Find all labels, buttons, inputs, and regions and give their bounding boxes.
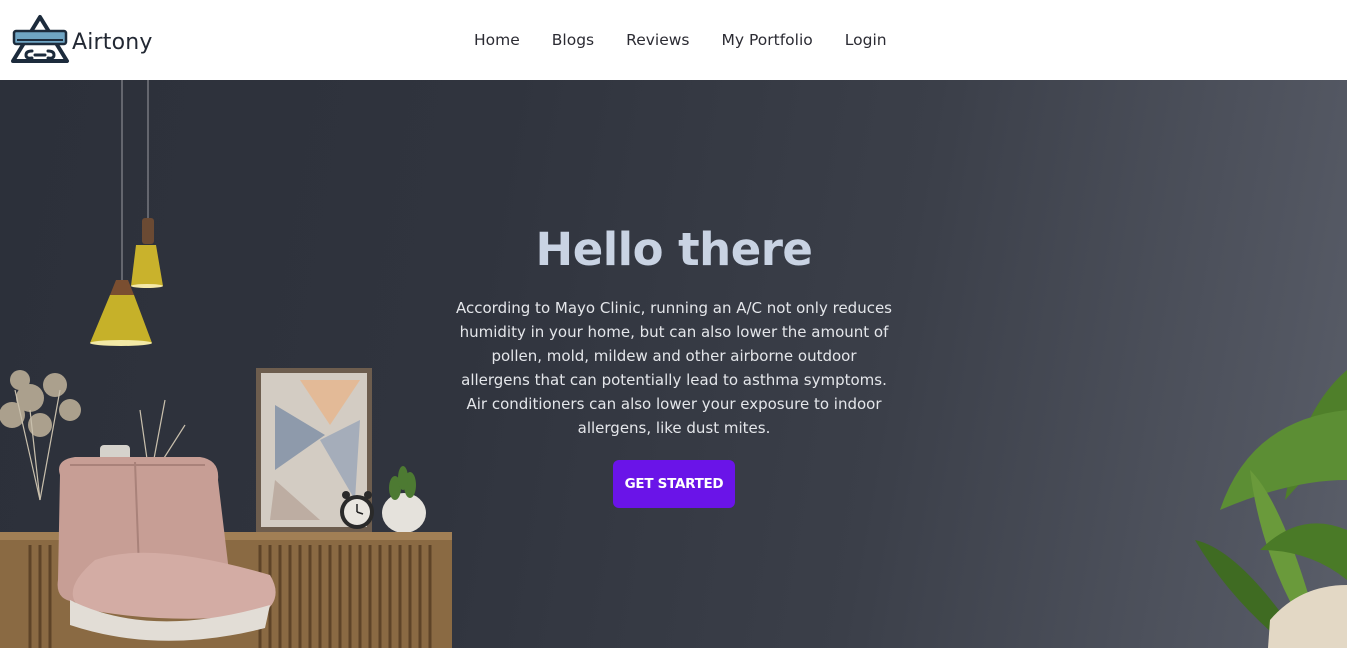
brand-name: Airtony — [72, 29, 153, 55]
nav-link-blogs[interactable]: Blogs — [536, 28, 610, 52]
navbar: Airtony Home Blogs Reviews My Portfolio … — [0, 0, 1347, 80]
nav-link-login[interactable]: Login — [829, 28, 903, 52]
hero-content: Hello there According to Mayo Clinic, ru… — [450, 220, 898, 508]
hero-section: Hello there According to Mayo Clinic, ru… — [0, 80, 1347, 648]
air-conditioner-logo-icon — [11, 15, 69, 63]
get-started-button[interactable]: GET STARTED — [613, 460, 735, 508]
hero-description: According to Mayo Clinic, running an A/C… — [456, 299, 892, 437]
hero-title: Hello there — [535, 223, 813, 276]
nav-link-reviews[interactable]: Reviews — [610, 28, 705, 52]
brand-logo-link[interactable]: Airtony — [10, 14, 153, 64]
nav-link-my-portfolio[interactable]: My Portfolio — [706, 28, 829, 52]
nav-link-home[interactable]: Home — [458, 28, 536, 52]
main-nav: Home Blogs Reviews My Portfolio Login — [458, 28, 903, 52]
